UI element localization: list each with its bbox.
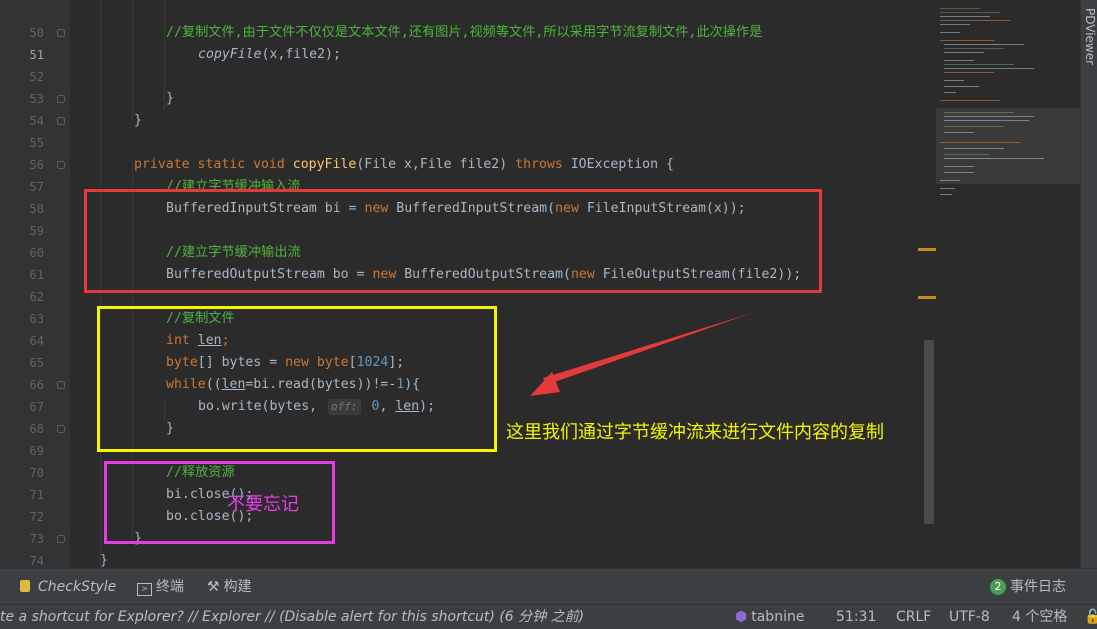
minimap-code-line [940, 16, 990, 17]
minimap-code-line [940, 20, 1010, 21]
build-label: 构建 [223, 579, 252, 595]
editor-scrollbar-thumb[interactable] [924, 340, 934, 524]
minimap-code-line [944, 154, 989, 155]
minimap-code-line [944, 158, 1044, 159]
side-tab-pdviewer[interactable]: PDViewer [1080, 0, 1097, 568]
terminal-tab[interactable]: > 终端 [137, 569, 184, 605]
minimap-code-line [944, 120, 1029, 121]
minimap-code-line [944, 44, 1024, 45]
code-minimap[interactable] [936, 0, 1080, 568]
minimap-code-line [944, 86, 979, 87]
minimap-code-line [940, 142, 1020, 143]
line-separator[interactable]: CRLF [896, 605, 931, 629]
hammer-icon: ⚒ [207, 579, 220, 595]
side-tab-label: PDViewer [1083, 8, 1097, 66]
minimap-code-line [940, 12, 1000, 13]
reminder-annotation-text: 不要忘记 [227, 494, 299, 515]
minimap-code-line [944, 172, 974, 173]
tabnine-widget[interactable]: ⬢ tabnine [735, 605, 804, 629]
terminal-icon: > [137, 583, 152, 596]
minimap-code-line [940, 188, 955, 189]
minimap-code-line [940, 100, 1000, 101]
terminal-label: 终端 [156, 579, 184, 595]
minimap-code-line [944, 116, 1034, 117]
checkstyle-label: CheckStyle [38, 579, 117, 595]
minimap-code-line [940, 8, 980, 9]
tabnine-label: tabnine [751, 609, 805, 625]
event-log-label: 事件日志 [1010, 579, 1066, 595]
minimap-code-line [940, 40, 995, 41]
minimap-code-line [940, 194, 952, 195]
minimap-code-line [944, 92, 956, 93]
minimap-code-line [944, 126, 1004, 127]
tabnine-icon: ⬢ [735, 609, 748, 625]
minimap-code-line [944, 64, 1014, 65]
build-tab[interactable]: ⚒ 构建 [207, 569, 252, 605]
minimap-code-line [944, 112, 1014, 113]
status-message[interactable]: te a shortcut for Explorer? // Explorer … [0, 605, 584, 629]
caret-position[interactable]: 51:31 [836, 605, 876, 629]
minimap-code-line [944, 60, 974, 61]
event-log-tab[interactable]: 2 事件日志 [990, 569, 1066, 605]
checkstyle-tab[interactable]: CheckStyle [20, 569, 116, 605]
checkstyle-icon [20, 580, 30, 592]
minimap-code-line [940, 24, 970, 25]
status-bar: te a shortcut for Explorer? // Explorer … [0, 604, 1097, 629]
indent-setting[interactable]: 4 个空格 [1012, 605, 1067, 629]
arrow-annotation-text: 这里我们通过字节缓冲流来进行文件内容的复制 [506, 422, 884, 443]
minimap-code-line [940, 180, 960, 181]
red-arrow [530, 313, 752, 396]
minimap-code-line [944, 148, 1004, 149]
minimap-code-line [944, 68, 1034, 69]
file-encoding[interactable]: UTF-8 [949, 605, 990, 629]
lock-icon[interactable]: 🔓 [1084, 605, 1097, 629]
minimap-code-line [944, 80, 964, 81]
minimap-code-line [940, 32, 960, 33]
minimap-code-line [944, 48, 1004, 49]
minimap-code-line [944, 52, 984, 53]
event-count-badge: 2 [990, 579, 1006, 595]
tool-window-bar: CheckStyle > 终端 ⚒ 构建 2 事件日志 [0, 568, 1097, 605]
warning-marker[interactable] [918, 248, 936, 251]
minimap-code-line [944, 132, 974, 133]
minimap-code-line [944, 72, 994, 73]
minimap-code-line [944, 166, 974, 167]
warning-marker[interactable] [918, 296, 936, 299]
